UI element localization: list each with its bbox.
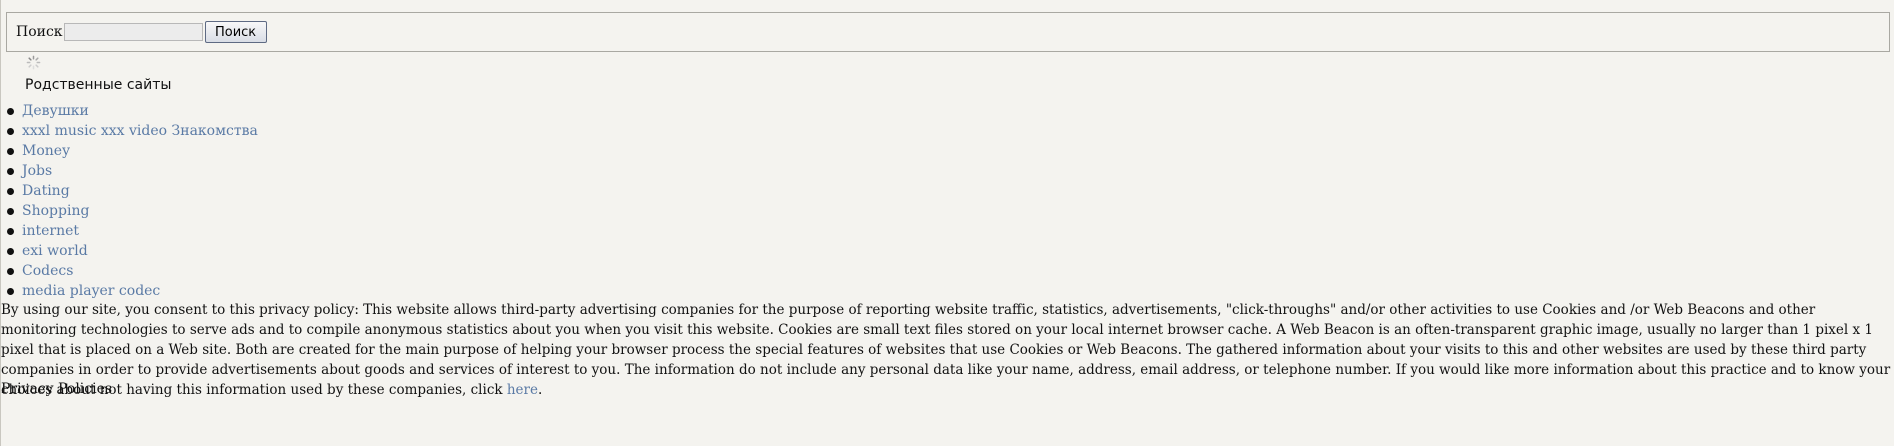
privacy-notice-end: . <box>538 382 543 398</box>
list-item: Jobs <box>7 161 258 181</box>
search-box: Поиск Поиск <box>6 12 1890 52</box>
privacy-notice: By using our site, you consent to this p… <box>1 300 1891 400</box>
list-item: Codecs <box>7 261 258 281</box>
list-item: Dating <box>7 181 258 201</box>
list-item: Девушки <box>7 101 258 121</box>
related-sites-list: Девушки xxxl music xxx video Знакомства … <box>1 101 258 301</box>
list-item: Shopping <box>7 201 258 221</box>
privacy-notice-text: By using our site, you consent to this p… <box>1 302 1891 398</box>
related-link-internet[interactable]: internet <box>22 223 79 239</box>
related-link-media-player-codec[interactable]: media player codec <box>22 283 160 299</box>
list-item: xxxl music xxx video Знакомства <box>7 121 258 141</box>
related-link-exi-world[interactable]: exi world <box>22 243 88 259</box>
related-link-girls[interactable]: Девушки <box>22 103 89 119</box>
related-link-codecs[interactable]: Codecs <box>22 263 73 279</box>
related-link-shopping[interactable]: Shopping <box>22 203 89 219</box>
privacy-policies-label: Privacy Policies <box>1 381 113 397</box>
list-item: internet <box>7 221 258 241</box>
page: Поиск Поиск Родственные сайты Девушки xx… <box>0 0 1894 446</box>
related-link-jobs[interactable]: Jobs <box>22 163 52 179</box>
related-link-money[interactable]: Money <box>22 143 70 159</box>
related-link-music-video[interactable]: xxxl music xxx video Знакомства <box>22 123 258 139</box>
list-item: media player codec <box>7 281 258 301</box>
related-sites-heading: Родственные сайты <box>25 77 172 93</box>
search-button[interactable]: Поиск <box>204 21 267 43</box>
loading-spinner-icon <box>26 55 41 70</box>
list-item: Money <box>7 141 258 161</box>
search-input[interactable] <box>63 23 203 41</box>
list-item: exi world <box>7 241 258 261</box>
privacy-here-link[interactable]: here <box>507 382 538 398</box>
search-label: Поиск <box>16 24 63 40</box>
related-link-dating[interactable]: Dating <box>22 183 70 199</box>
